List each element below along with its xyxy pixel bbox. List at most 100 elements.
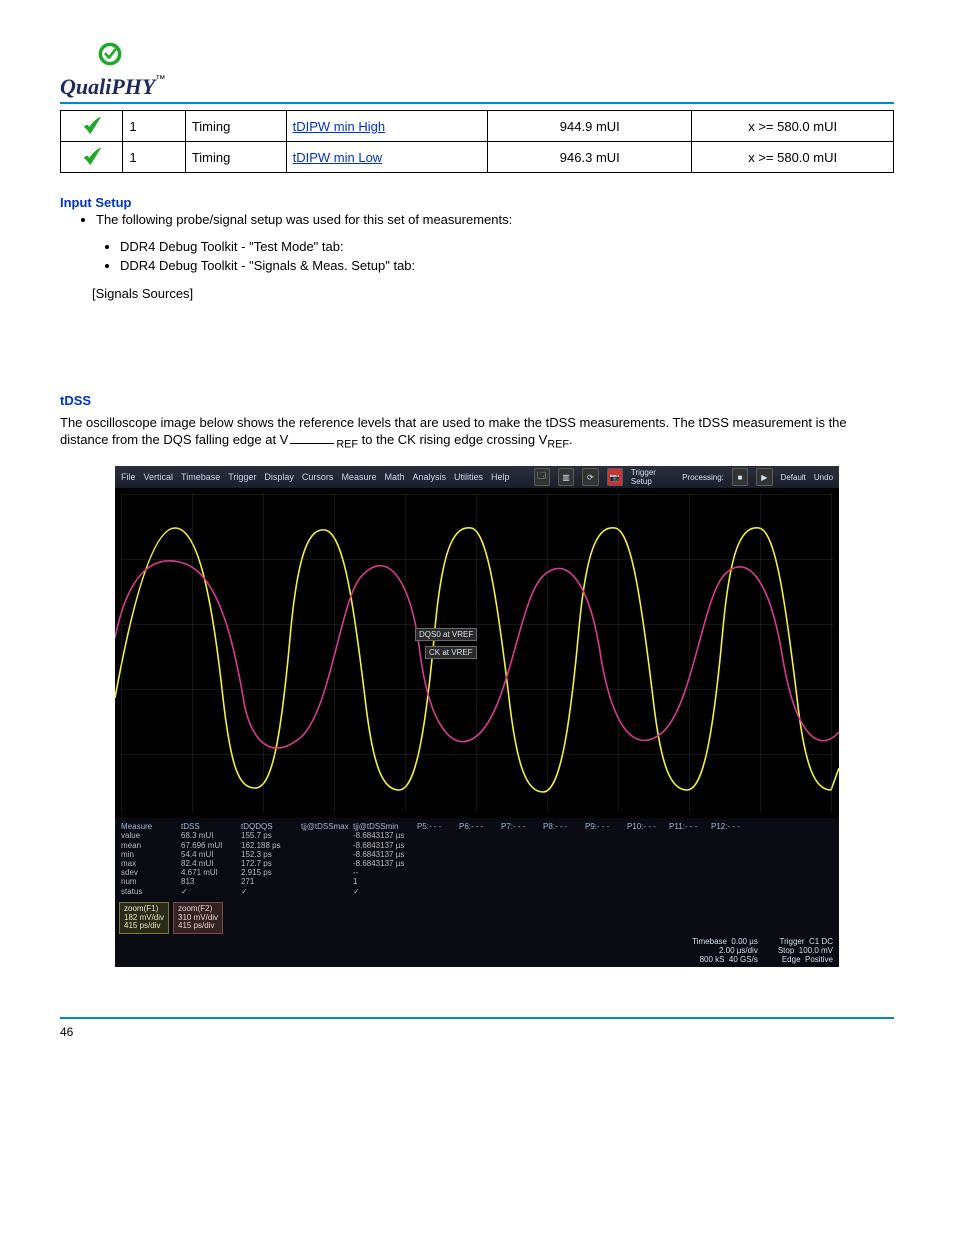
measure-row: mean67.696 mUI162.188 ps-8.6843137 µs [121,841,833,850]
refresh-icon[interactable]: ⟳ [582,468,598,486]
measure-header: P8:- - - [543,822,585,831]
menu-display[interactable]: Display [264,472,294,482]
scope-measure-panel: MeasuretDSStDQDQStjj@tDSSmaxtjj@tDSSminP… [115,818,839,900]
measure-cell [585,859,627,868]
measure-cell: 82.4 mUI [181,859,241,868]
measure-cell: -8.6843137 µs [353,850,417,859]
wave-label-ck: CK at VREF [425,646,477,659]
default-button[interactable]: Default [781,473,806,482]
measure-cell [417,887,459,896]
timebase-readout: Timebase 0.00 µs 2.00 µs/div 800 kS 40 G… [692,938,758,964]
measure-cell: -8.6843137 µs [353,859,417,868]
measure-header: P12:- - - [711,822,753,831]
trigger-setup-button[interactable]: Trigger Setup [631,468,674,486]
measure-cell [459,877,501,886]
measure-cell: 54.4 mUI [181,850,241,859]
measure-cell [669,831,711,840]
zoom-box[interactable]: zoom(F2)310 mV/div415 ps/div [173,902,223,934]
measure-cell [585,831,627,840]
measure-header: P6:- - - [459,822,501,831]
menu-vertical[interactable]: Vertical [144,472,174,482]
measure-cell [459,841,501,850]
measure-row: min54.4 mUI152.3 ps-8.6843137 µs [121,850,833,859]
menu-timebase[interactable]: Timebase [181,472,220,482]
measure-cell: mean [121,841,181,850]
scope-footer: Timebase 0.00 µs 2.00 µs/div 800 kS 40 G… [115,936,839,966]
measure-cell [417,850,459,859]
name-cell: tDIPW min Low [286,142,488,173]
signals-sources-label: [Signals Sources] [92,285,894,303]
measure-cell: 68.3 mUI [181,831,241,840]
measure-cell [543,859,585,868]
menu-measure[interactable]: Measure [341,472,376,482]
stop-icon[interactable]: ■ [732,468,748,486]
play-icon[interactable]: ▶ [756,468,772,486]
measure-row: status✓✓✓ [121,887,833,896]
measure-cell [543,868,585,877]
measure-cell [627,850,669,859]
limit-cell: x >= 580.0 mUI [692,142,894,173]
undo-button[interactable]: Undo [814,473,833,482]
measure-cell [543,887,585,896]
measure-cell [459,831,501,840]
measure-header: P10:- - - [627,822,669,831]
logo-text: QualiPHY™ [60,74,894,100]
measure-cell [459,850,501,859]
measure-cell [627,887,669,896]
measure-header: P11:- - - [669,822,711,831]
limit-cell: x >= 580.0 mUI [692,111,894,142]
menu-utilities[interactable]: Utilities [454,472,483,482]
menu-help[interactable]: Help [491,472,510,482]
measurement-link[interactable]: tDIPW min Low [293,150,383,165]
measure-cell [711,850,753,859]
measure-cell [543,850,585,859]
measure-cell [417,877,459,886]
measure-cell: status [121,887,181,896]
measure-cell [669,859,711,868]
window-icon[interactable]: 🗔 [534,468,550,486]
measurement-link[interactable]: tDIPW min High [293,119,385,134]
measure-cell [669,841,711,850]
menu-trigger[interactable]: Trigger [228,472,256,482]
measure-cell [627,841,669,850]
input-setup-sublist: DDR4 Debug Toolkit - "Test Mode" tab: DD… [120,239,894,273]
header-rule [60,102,894,104]
measure-cell: ✓ [353,887,417,896]
measure-cell [301,841,353,850]
measure-header: P5:- - - [417,822,459,831]
record-icon[interactable]: 📷 [607,468,623,486]
page-number: 46 [60,1017,894,1039]
measure-cell [417,831,459,840]
qualiphy-icon [96,40,124,68]
menu-file[interactable]: File [121,472,136,482]
menu-analysis[interactable]: Analysis [412,472,446,482]
status-cell [61,111,123,142]
value-cell: 944.9 mUI [488,111,692,142]
measure-cell: ✓ [181,887,241,896]
measure-cell [459,859,501,868]
menu-cursors[interactable]: Cursors [302,472,334,482]
measure-cell [669,868,711,877]
measure-cell: 4.671 mUI [181,868,241,877]
scope-menubar: File Vertical Timebase Trigger Display Cursor… [115,466,839,488]
measure-cell [459,887,501,896]
measure-cell [627,859,669,868]
measure-cell [627,868,669,877]
measure-header: P7:- - - [501,822,543,831]
measure-cell [711,877,753,886]
menu-math[interactable]: Math [384,472,404,482]
input-setup-list: The following probe/signal setup was use… [96,212,894,227]
measure-cell [543,877,585,886]
measure-cell: 155.7 ps [241,831,301,840]
zoom-box[interactable]: zoom(F1)182 mV/div415 ps/div [119,902,169,934]
measure-cell: -8.6843137 µs [353,841,417,850]
measure-cell [417,859,459,868]
measure-cell: -8.6843137 µs [353,831,417,840]
measure-row: value68.3 mUI155.7 ps-8.6843137 µs [121,831,833,840]
scope-icon[interactable]: ▥ [558,468,574,486]
measure-cell: ✓ [241,887,301,896]
value-cell: 946.3 mUI [488,142,692,173]
tdss-paragraph: The oscilloscope image below shows the r… [60,414,894,453]
measure-header: tDSS [181,822,241,831]
measure-cell [669,877,711,886]
